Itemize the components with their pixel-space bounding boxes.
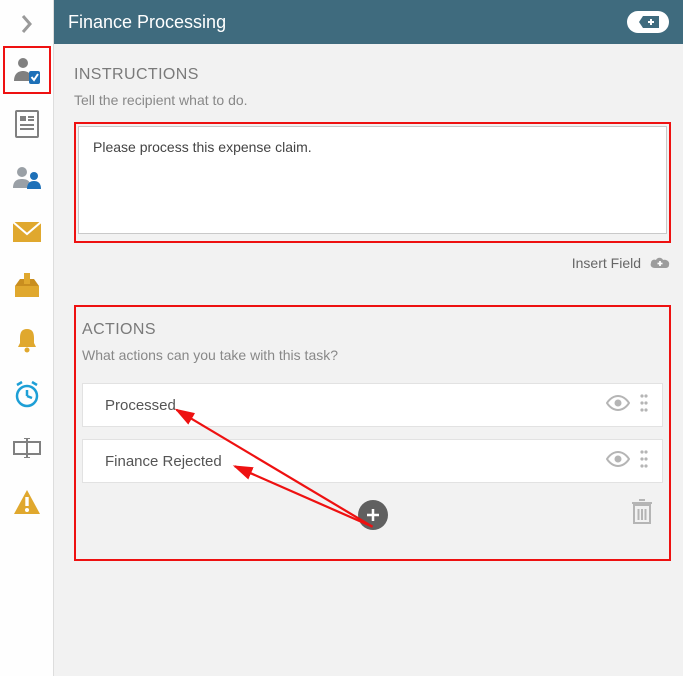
chevron-right-icon bbox=[20, 13, 34, 35]
drag-handle[interactable] bbox=[640, 450, 648, 472]
sidebar-item-fields[interactable] bbox=[5, 426, 49, 470]
sidebar-item-warning[interactable] bbox=[5, 480, 49, 524]
header-add-button[interactable] bbox=[627, 11, 669, 33]
sidebar-toggle[interactable] bbox=[4, 4, 50, 44]
drag-icon bbox=[640, 450, 648, 468]
instructions-subtitle: Tell the recipient what to do. bbox=[74, 92, 671, 108]
trash-icon bbox=[631, 499, 653, 525]
drag-icon bbox=[640, 394, 648, 412]
sidebar-item-inbox[interactable] bbox=[5, 264, 49, 308]
sidebar-item-reminders[interactable] bbox=[5, 318, 49, 362]
ballot-box-icon bbox=[13, 273, 41, 299]
plus-tag-icon bbox=[635, 15, 661, 29]
actions-highlight: ACTIONS What actions can you take with t… bbox=[74, 305, 671, 561]
eye-icon bbox=[606, 451, 630, 467]
content: INSTRUCTIONS Tell the recipient what to … bbox=[54, 44, 683, 676]
add-action-button[interactable] bbox=[358, 500, 388, 530]
cloud-plus-icon bbox=[649, 256, 671, 270]
main: Finance Processing INSTRUCTIONS Tell the… bbox=[54, 0, 683, 676]
warning-icon bbox=[13, 489, 41, 515]
delete-action-button[interactable] bbox=[631, 499, 653, 530]
insert-field-button[interactable]: Insert Field bbox=[74, 255, 671, 271]
sidebar-item-email[interactable] bbox=[5, 210, 49, 254]
people-icon bbox=[12, 165, 42, 191]
insert-field-label: Insert Field bbox=[572, 255, 641, 271]
view-action-button[interactable] bbox=[606, 451, 630, 471]
action-row[interactable]: Finance Rejected bbox=[82, 439, 663, 483]
actions-title: ACTIONS bbox=[82, 321, 663, 339]
actions-subtitle: What actions can you take with this task… bbox=[82, 347, 663, 363]
drag-handle[interactable] bbox=[640, 394, 648, 416]
instructions-highlight bbox=[74, 122, 671, 243]
person-check-icon bbox=[12, 55, 42, 85]
page-title: Finance Processing bbox=[68, 12, 226, 33]
header: Finance Processing bbox=[54, 0, 683, 44]
alarm-clock-icon bbox=[13, 380, 41, 408]
instructions-title: INSTRUCTIONS bbox=[74, 66, 671, 84]
action-label: Processed bbox=[105, 397, 176, 414]
sidebar-item-deadline[interactable] bbox=[5, 372, 49, 416]
action-label: Finance Rejected bbox=[105, 453, 222, 470]
sidebar bbox=[0, 0, 54, 676]
bell-icon bbox=[15, 327, 39, 353]
instructions-input[interactable] bbox=[78, 126, 667, 234]
document-icon bbox=[14, 110, 40, 138]
view-action-button[interactable] bbox=[606, 395, 630, 415]
sidebar-item-form[interactable] bbox=[5, 102, 49, 146]
sidebar-item-approvers[interactable] bbox=[5, 156, 49, 200]
text-field-icon bbox=[13, 438, 41, 458]
envelope-icon bbox=[13, 222, 41, 242]
action-row[interactable]: Processed bbox=[82, 383, 663, 427]
eye-icon bbox=[606, 395, 630, 411]
sidebar-item-recipient[interactable] bbox=[5, 48, 49, 92]
plus-icon bbox=[365, 507, 381, 523]
